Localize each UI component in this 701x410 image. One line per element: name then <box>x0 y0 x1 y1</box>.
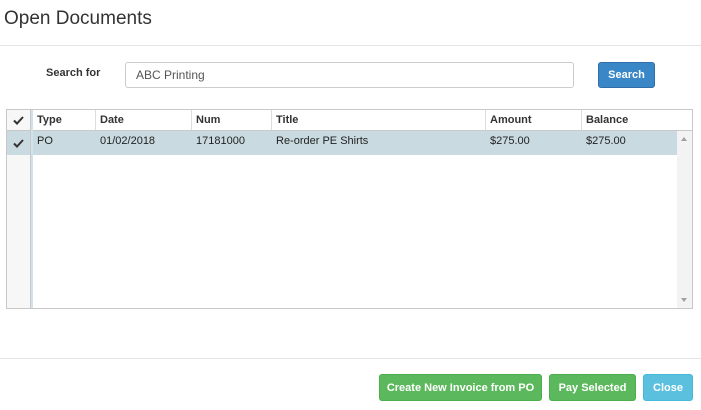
checkmark-icon <box>13 138 24 148</box>
checkmark-icon <box>13 115 24 125</box>
footer-divider <box>0 358 701 359</box>
column-header-type[interactable]: Type <box>33 110 96 130</box>
documents-grid: Type Date Num Title Amount Balance PO 01… <box>6 109 693 309</box>
close-button[interactable]: Close <box>643 374 693 401</box>
cell-date: 01/02/2018 <box>100 135 156 147</box>
dialog-title: Open Documents <box>4 8 152 29</box>
header-divider <box>0 45 701 46</box>
scroll-down-arrow-icon[interactable] <box>681 298 687 302</box>
selection-column <box>7 110 31 308</box>
table-row[interactable]: PO 01/02/2018 17181000 Re-order PE Shirt… <box>33 131 677 155</box>
cell-title: Re-order PE Shirts <box>276 135 369 147</box>
column-header-amount[interactable]: Amount <box>486 110 582 130</box>
cell-num: 17181000 <box>196 135 245 147</box>
cell-balance: $275.00 <box>586 135 626 147</box>
search-button[interactable]: Search <box>598 62 655 88</box>
grid-body: Type Date Num Title Amount Balance PO 01… <box>31 110 692 308</box>
column-headers: Type Date Num Title Amount Balance <box>33 110 692 131</box>
column-header-balance[interactable]: Balance <box>582 110 692 130</box>
pay-selected-button[interactable]: Pay Selected <box>549 374 636 401</box>
row-select-checkbox[interactable] <box>7 131 30 155</box>
vertical-scrollbar[interactable] <box>677 131 692 308</box>
cell-type: PO <box>37 135 53 147</box>
scroll-up-arrow-icon[interactable] <box>681 137 687 141</box>
cell-amount: $275.00 <box>490 135 530 147</box>
select-all-checkbox[interactable] <box>7 110 30 131</box>
search-input[interactable] <box>125 62 574 88</box>
search-label: Search for <box>46 67 101 79</box>
column-header-title[interactable]: Title <box>272 110 486 130</box>
column-header-date[interactable]: Date <box>96 110 192 130</box>
column-header-num[interactable]: Num <box>192 110 272 130</box>
create-new-invoice-button[interactable]: Create New Invoice from PO <box>379 374 542 401</box>
